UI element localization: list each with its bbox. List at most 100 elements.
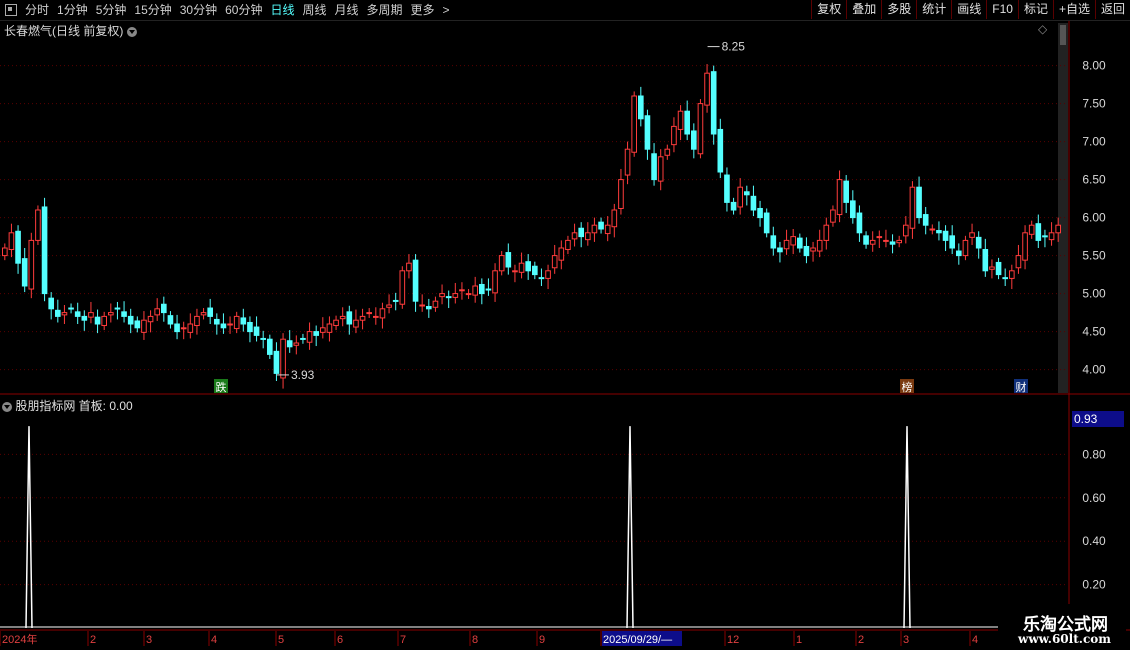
- candle-body: [101, 315, 107, 327]
- candle-body: [744, 191, 750, 196]
- candle-body: [127, 315, 134, 325]
- price-tick: 5.00: [1082, 287, 1106, 301]
- time-label: 4: [972, 634, 978, 646]
- candle-body: [810, 247, 816, 252]
- diamond-icon[interactable]: ◇: [1038, 22, 1047, 36]
- time-label: 3: [146, 634, 152, 646]
- candle-body: [366, 312, 372, 315]
- candle-body: [386, 304, 392, 308]
- candle-body: [134, 320, 141, 329]
- candle-body: [1048, 232, 1055, 241]
- candle-body: [962, 239, 969, 257]
- candle-body: [260, 337, 266, 340]
- indicator-tick: 0.40: [1082, 534, 1106, 548]
- signal-spike: [903, 426, 911, 629]
- candle-body: [916, 186, 922, 219]
- candle-body: [108, 312, 114, 316]
- candle-body: [306, 331, 313, 343]
- candle-body: [445, 296, 452, 299]
- candle-body: [48, 297, 54, 310]
- candle-body: [989, 266, 995, 270]
- candle-body: [313, 331, 319, 336]
- time-label: 8: [472, 634, 478, 646]
- chart-canvas: 8.00 7.50 7.00 6.50 6.00 5.50 5.00 4.50 4.00 0.80…: [0, 21, 1130, 646]
- price-tick: 5.50: [1082, 249, 1106, 263]
- candle-body: [922, 214, 929, 226]
- candle-body: [88, 312, 94, 318]
- candle-body: [1055, 224, 1061, 234]
- candle-body: [479, 283, 485, 295]
- signal-spike: [626, 426, 634, 629]
- stock-title: 长春燃气(日线 前复权): [4, 22, 137, 39]
- candle-body: [286, 340, 293, 348]
- candle-body: [280, 338, 286, 379]
- chevron-down-icon[interactable]: [2, 401, 12, 412]
- candle-body: [452, 293, 459, 298]
- candle-body: [757, 207, 763, 219]
- candle-body: [273, 350, 280, 374]
- candle-body: [406, 262, 412, 272]
- event-marker: 财: [1016, 380, 1027, 394]
- candle-body: [763, 212, 770, 234]
- candle-body: [750, 195, 757, 211]
- candle-body: [207, 307, 213, 317]
- candle-body: [187, 323, 194, 333]
- candle-body: [21, 258, 28, 287]
- candle-body: [850, 200, 856, 219]
- candle-body: [35, 209, 41, 241]
- time-label: 2: [90, 634, 96, 646]
- candle-body: [240, 317, 247, 325]
- time-label: 6: [337, 634, 343, 646]
- candle-body: [426, 306, 432, 310]
- stock-title-text: 长春燃气(日线 前复权): [4, 24, 124, 38]
- time-label: 9: [539, 634, 545, 646]
- candle-body: [41, 206, 48, 295]
- candle-body: [783, 239, 790, 250]
- candle-body: [737, 186, 743, 208]
- candle-body: [247, 321, 253, 333]
- price-tick: 7.50: [1082, 97, 1106, 111]
- time-label: 5: [278, 634, 284, 646]
- candle-body: [227, 323, 233, 326]
- candle-body: [214, 318, 220, 325]
- candle-body: [412, 259, 419, 302]
- candle-body: [995, 261, 1002, 276]
- candle-body: [147, 315, 154, 323]
- candle-body: [836, 179, 843, 216]
- low-annotation: 3.93: [291, 368, 315, 382]
- candle-body: [545, 270, 551, 279]
- candle-body: [94, 316, 101, 325]
- candle-body: [538, 277, 545, 280]
- candle-body: [830, 209, 836, 223]
- indicator-tick: 0.80: [1082, 447, 1106, 461]
- candle-body: [326, 323, 333, 333]
- candle-body: [81, 315, 88, 321]
- candle-body: [15, 230, 21, 264]
- candle-body: [512, 270, 518, 273]
- candle-body: [956, 250, 962, 257]
- candle-body: [8, 232, 15, 251]
- candle-body: [671, 125, 677, 146]
- candle-body: [1035, 223, 1042, 241]
- candle-body: [333, 319, 339, 327]
- candle-body: [618, 179, 624, 209]
- price-tick: 7.00: [1082, 135, 1106, 149]
- candle-body: [936, 230, 942, 234]
- candle-body: [664, 148, 671, 156]
- candle-body: [1002, 277, 1008, 280]
- candle-body: [863, 235, 869, 245]
- candle-body: [465, 293, 472, 296]
- candle-body: [949, 235, 955, 249]
- candle-body: [724, 174, 730, 203]
- candle-body: [485, 288, 492, 291]
- candle-body: [459, 289, 465, 292]
- candle-body: [505, 252, 512, 268]
- candle-body: [114, 307, 121, 310]
- candle-body: [730, 201, 737, 211]
- time-label: 7: [400, 634, 406, 646]
- candle-body: [677, 110, 684, 130]
- candle-body: [267, 338, 273, 355]
- candle-body: [174, 323, 180, 333]
- chevron-down-icon[interactable]: [126, 26, 137, 37]
- candle-body: [28, 239, 35, 290]
